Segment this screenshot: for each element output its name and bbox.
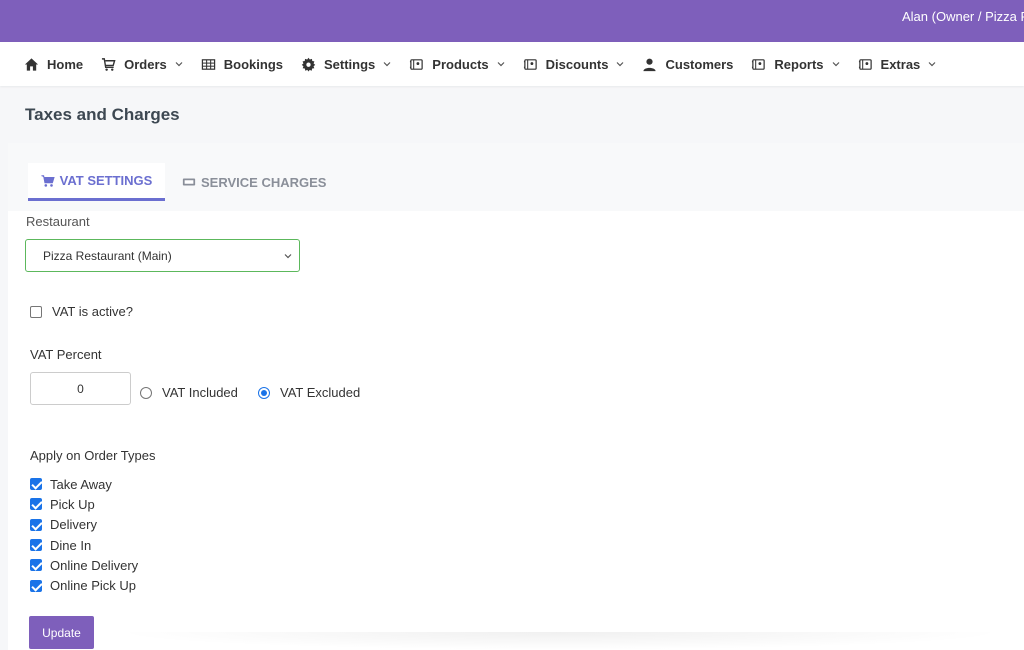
nav-bookings-label: Bookings (223, 56, 283, 72)
page-title: Taxes and Charges (25, 105, 180, 124)
nav-settings[interactable]: Settings (301, 57, 391, 72)
top-bar: Alan (Owner / Pizza R (0, 0, 1024, 42)
restaurant-label: Restaurant (26, 214, 90, 229)
pick-up-label: Pick Up (50, 496, 95, 512)
vat-excluded-option[interactable]: VAT Excluded (258, 385, 360, 400)
user-icon (643, 58, 657, 71)
take-away-checkbox[interactable] (30, 478, 42, 491)
nav-bookings[interactable]: Bookings (201, 57, 283, 72)
tab-vat-label: VAT SETTINGS (59, 173, 153, 188)
take-away-label: Take Away (50, 476, 112, 492)
chevron-down-icon (175, 62, 183, 67)
vat-active-checkbox[interactable] (30, 305, 42, 318)
vat-active-label: VAT is active? (52, 304, 133, 319)
online-delivery-label: Online Delivery (50, 557, 139, 573)
dine-in-label: Dine In (50, 537, 92, 553)
list-item: Take Away (30, 474, 138, 494)
chevron-down-icon (832, 62, 839, 67)
vat-active-row: VAT is active? (30, 304, 133, 319)
cart-icon (41, 174, 55, 187)
nav-customers[interactable]: Customers (642, 57, 733, 72)
tag-icon (858, 58, 872, 70)
tab-vat-settings[interactable]: VAT SETTINGS (28, 163, 165, 201)
dine-in-checkbox[interactable] (30, 539, 42, 552)
list-item: Online Delivery (30, 555, 138, 575)
vat-excluded-radio[interactable] (258, 386, 270, 399)
table-icon (201, 58, 215, 70)
vat-included-radio[interactable] (140, 386, 152, 399)
nav-discounts[interactable]: Discounts (523, 57, 625, 72)
list-item: Dine In (30, 535, 138, 555)
money-icon (182, 178, 196, 186)
nav-reports[interactable]: Reports (751, 57, 839, 72)
tab-service-charges[interactable]: SERVICE CHARGES (182, 163, 326, 201)
main-nav: Home Orders Bookings Settings Products D… (0, 42, 1024, 86)
chevron-down-icon (383, 62, 391, 67)
list-item: Online Pick Up (30, 575, 138, 595)
nav-settings-label: Settings (324, 56, 376, 72)
gear-icon (301, 57, 316, 72)
restaurant-select-value: Pizza Restaurant (Main) (43, 248, 172, 263)
nav-orders[interactable]: Orders (101, 57, 183, 72)
delivery-label: Delivery (50, 517, 97, 533)
apply-order-types-label: Apply on Order Types (30, 448, 156, 463)
pick-up-checkbox[interactable] (30, 498, 42, 511)
nav-home-label: Home (47, 56, 84, 72)
online-delivery-checkbox[interactable] (30, 559, 42, 572)
chevron-down-icon (928, 62, 936, 67)
nav-orders-label: Orders (124, 56, 167, 72)
list-item: Pick Up (30, 494, 138, 514)
delivery-checkbox[interactable] (30, 518, 42, 531)
user-menu[interactable]: Alan (Owner / Pizza R (902, 9, 1024, 24)
tag-icon (523, 58, 537, 70)
tag-icon (410, 58, 424, 70)
nav-products-label: Products (432, 56, 489, 72)
list-item: Delivery (30, 515, 138, 535)
vat-excluded-label: VAT Excluded (280, 385, 361, 400)
home-icon (24, 57, 39, 71)
vat-included-option[interactable]: VAT Included (140, 385, 238, 400)
vat-included-label: VAT Included (162, 385, 238, 400)
chevron-down-icon (284, 254, 292, 259)
restaurant-select[interactable]: Pizza Restaurant (Main) (25, 239, 300, 272)
cart-icon (102, 57, 116, 71)
online-pick-up-checkbox[interactable] (30, 579, 42, 592)
nav-discounts-label: Discounts (545, 56, 609, 72)
vat-percent-label: VAT Percent (30, 347, 102, 362)
order-types-list: Take Away Pick Up Delivery Dine In Onlin… (30, 474, 138, 596)
chevron-down-icon (497, 62, 505, 67)
vat-percent-input[interactable]: 0 (30, 372, 131, 405)
tab-service-label: SERVICE CHARGES (201, 174, 327, 190)
footer-shadow (110, 632, 1010, 650)
nav-extras-label: Extras (880, 56, 921, 72)
tab-bar: VAT SETTINGS SERVICE CHARGES (8, 143, 1024, 211)
online-pick-up-label: Online Pick Up (50, 578, 136, 594)
nav-home[interactable]: Home (24, 57, 83, 72)
nav-customers-label: Customers (665, 56, 734, 72)
chevron-down-icon (617, 62, 624, 67)
tag-icon (752, 58, 766, 70)
nav-products[interactable]: Products (409, 56, 505, 72)
nav-extras[interactable]: Extras (858, 57, 937, 72)
update-button[interactable]: Update (29, 616, 94, 649)
nav-reports-label: Reports (774, 56, 824, 72)
